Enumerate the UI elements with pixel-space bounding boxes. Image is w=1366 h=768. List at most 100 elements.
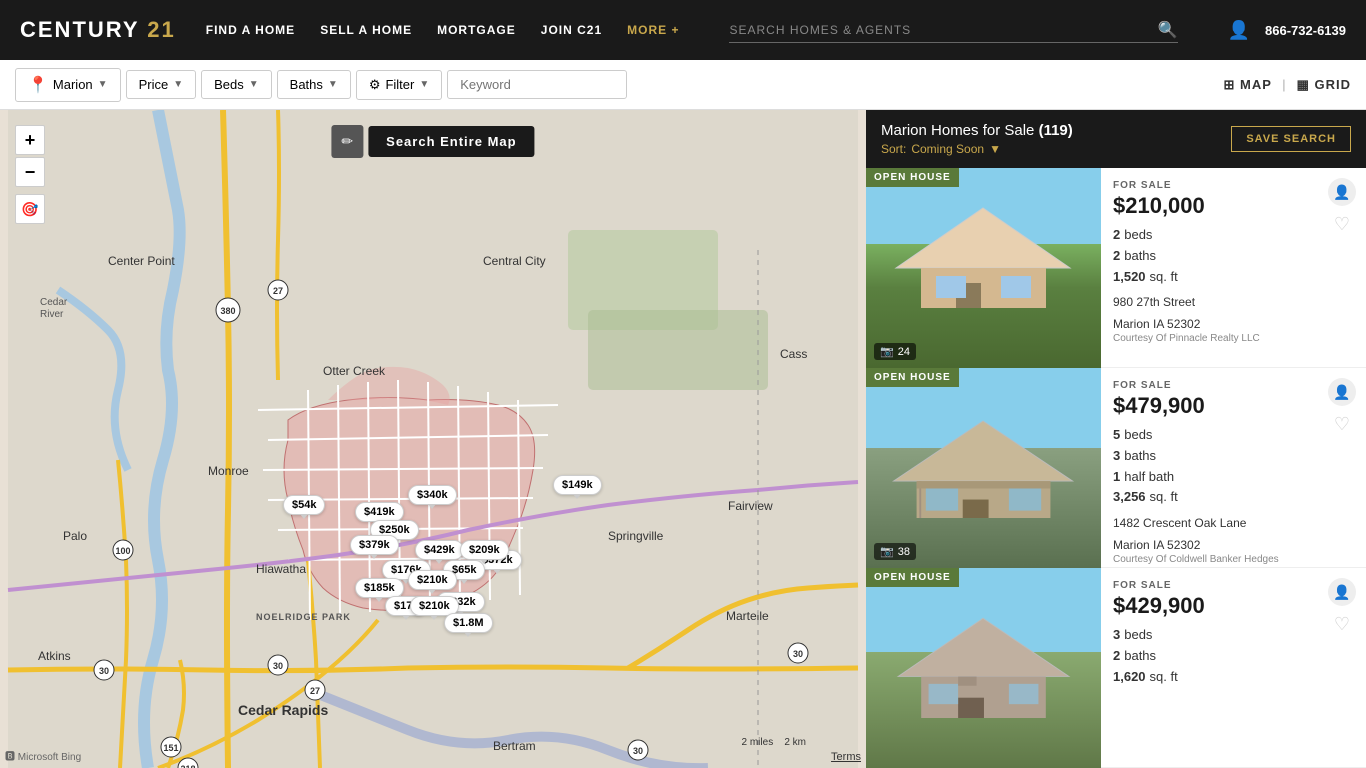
svg-text:380: 380 (220, 306, 235, 316)
global-search-input[interactable] (729, 18, 1157, 42)
phone-number[interactable]: 866-732-6139 (1265, 23, 1346, 38)
price-marker[interactable]: $379k (350, 535, 399, 555)
svg-text:Cedar Rapids: Cedar Rapids (238, 702, 328, 718)
edit-map-button[interactable]: ✏ (331, 125, 363, 158)
grid-icon: ▦ (1297, 77, 1310, 92)
beds-count-3: 3 (1113, 625, 1120, 646)
baths-count-1: 2 (1113, 246, 1120, 267)
camera-icon-1: 📷 (880, 345, 894, 358)
grid-view-label[interactable]: ▦ GRID (1297, 77, 1351, 93)
listing-status-3: FOR SALE (1113, 580, 1354, 591)
svg-text:27: 27 (273, 286, 283, 296)
house-illustration-1 (866, 188, 1101, 308)
baths-label-3: baths (1124, 646, 1156, 667)
price-filter[interactable]: Price ▼ (126, 70, 197, 99)
sqft-2: 3,256 (1113, 487, 1146, 508)
beds-filter[interactable]: Beds ▼ (201, 70, 272, 99)
listing-image-3[interactable]: OPEN HOUSE (866, 568, 1101, 768)
search-icon[interactable]: 🔍 (1158, 20, 1178, 40)
filter-button[interactable]: ⚙ Filter ▼ (356, 70, 442, 100)
main-nav: FIND A HOME SELL A HOME MORTGAGE JOIN C2… (206, 21, 680, 39)
listing-image-1[interactable]: OPEN HOUSE 📷 24 (866, 168, 1101, 368)
beds-count-2: 5 (1113, 425, 1120, 446)
sqft-label-2: sq. ft (1150, 487, 1178, 508)
map-grid-icon: ⊞ (1224, 77, 1236, 92)
location-filter[interactable]: 📍 Marion ▼ (15, 68, 121, 102)
svg-text:NOELRIDGE PARK: NOELRIDGE PARK (256, 612, 351, 622)
sqft-label-3: sq. ft (1150, 667, 1178, 688)
favorite-button-1[interactable]: ♡ (1334, 214, 1350, 235)
price-marker[interactable]: $149k (553, 475, 602, 495)
listing-courtesy-2: Courtesy Of Coldwell Banker Hedges (1113, 554, 1354, 565)
listing-city-2: Marion IA 52302 (1113, 538, 1354, 552)
beds-dropdown-arrow: ▼ (249, 79, 259, 90)
photo-count-1: 📷 24 (874, 343, 916, 360)
filter-gear-icon: ⚙ (369, 77, 381, 93)
nav-mortgage[interactable]: MORTGAGE (437, 23, 516, 37)
listing-courtesy-1: Courtesy Of Pinnacle Realty LLC (1113, 333, 1354, 344)
baths-label-2: baths (1124, 446, 1156, 467)
price-marker[interactable]: $419k (355, 502, 404, 522)
sort-value[interactable]: Coming Soon (911, 142, 984, 156)
svg-text:Central City: Central City (483, 254, 546, 268)
zoom-in-button[interactable]: + (15, 125, 45, 155)
logo[interactable]: CENTURY 21 (20, 17, 176, 43)
listing-info-2: FOR SALE $479,900 5 beds 3 baths 1 (1101, 368, 1366, 567)
price-marker[interactable]: $340k (408, 485, 457, 505)
nav-find-home[interactable]: FIND A HOME (206, 23, 295, 37)
scale-km: 2 km (784, 737, 806, 748)
price-marker[interactable]: $209k (460, 540, 509, 560)
svg-text:Otter Creek: Otter Creek (323, 364, 386, 378)
save-search-button[interactable]: SAVE SEARCH (1231, 126, 1351, 152)
nav-sell-home[interactable]: SELL A HOME (320, 23, 412, 37)
listings-header: Marion Homes for Sale (119) Sort: Coming… (866, 110, 1366, 168)
contact-button-2[interactable]: 👤 (1328, 378, 1356, 406)
beds-label-2: beds (1124, 425, 1152, 446)
location-button[interactable]: 🎯 (15, 194, 45, 224)
listings-scroll[interactable]: OPEN HOUSE 📷 24 FOR SALE (866, 168, 1366, 768)
svg-text:30: 30 (273, 661, 283, 671)
svg-text:Springville: Springville (608, 529, 664, 543)
svg-text:Hiawatha: Hiawatha (256, 562, 306, 576)
baths-count-3: 2 (1113, 646, 1120, 667)
svg-text:218: 218 (180, 764, 195, 768)
nav-join-c21[interactable]: JOIN C21 (541, 23, 602, 37)
contact-button-1[interactable]: 👤 (1328, 178, 1356, 206)
svg-text:151: 151 (163, 743, 178, 753)
price-marker[interactable]: $1.8M (444, 613, 493, 633)
baths-count-2: 3 (1113, 446, 1120, 467)
photo-count-2: 📷 38 (874, 543, 916, 560)
svg-text:Center Point: Center Point (108, 254, 175, 268)
map-svg: 380 27 100 27 30 218 151 30 30 3 (0, 110, 866, 768)
favorite-button-2[interactable]: ♡ (1334, 414, 1350, 435)
listing-image-2[interactable]: OPEN HOUSE 📷 38 (866, 368, 1101, 568)
baths-filter[interactable]: Baths ▼ (277, 70, 351, 99)
svg-text:Atkins: Atkins (38, 649, 71, 663)
listing-specs-2: 5 beds 3 baths 1 half bath 3,256 (1113, 425, 1354, 508)
keyword-input[interactable] (447, 70, 627, 99)
map-view-label[interactable]: ⊞ MAP (1224, 77, 1272, 93)
zoom-out-button[interactable]: − (15, 157, 45, 187)
price-marker[interactable]: $210k (408, 570, 457, 590)
svg-text:Monroe: Monroe (208, 464, 249, 478)
user-icon[interactable]: 👤 (1228, 20, 1250, 41)
filter-label: Filter (385, 77, 414, 92)
price-marker[interactable]: $429k (415, 540, 464, 560)
search-entire-map-button[interactable]: Search Entire Map (368, 126, 534, 157)
contact-button-3[interactable]: 👤 (1328, 578, 1356, 606)
svg-text:30: 30 (99, 666, 109, 676)
beds-count-1: 2 (1113, 225, 1120, 246)
location-icon: 📍 (28, 75, 48, 95)
listing-actions-2: 👤 ♡ (1328, 378, 1356, 435)
nav-more[interactable]: MORE + (627, 23, 679, 37)
search-entire-map-bar: ✏ Search Entire Map (331, 125, 534, 158)
map-terms-link[interactable]: Terms (831, 751, 861, 763)
sort-label: Sort: (881, 142, 906, 156)
listing-card-2: OPEN HOUSE 📷 38 (866, 368, 1366, 568)
map-container[interactable]: 380 27 100 27 30 218 151 30 30 3 (0, 110, 866, 768)
price-marker[interactable]: $54k (283, 495, 325, 515)
favorite-button-3[interactable]: ♡ (1334, 614, 1350, 635)
logo-century: CENTURY (20, 17, 139, 42)
price-marker[interactable]: $185k (355, 578, 404, 598)
listing-specs-1: 2 beds 2 baths 1,520 sq. ft (1113, 225, 1354, 287)
